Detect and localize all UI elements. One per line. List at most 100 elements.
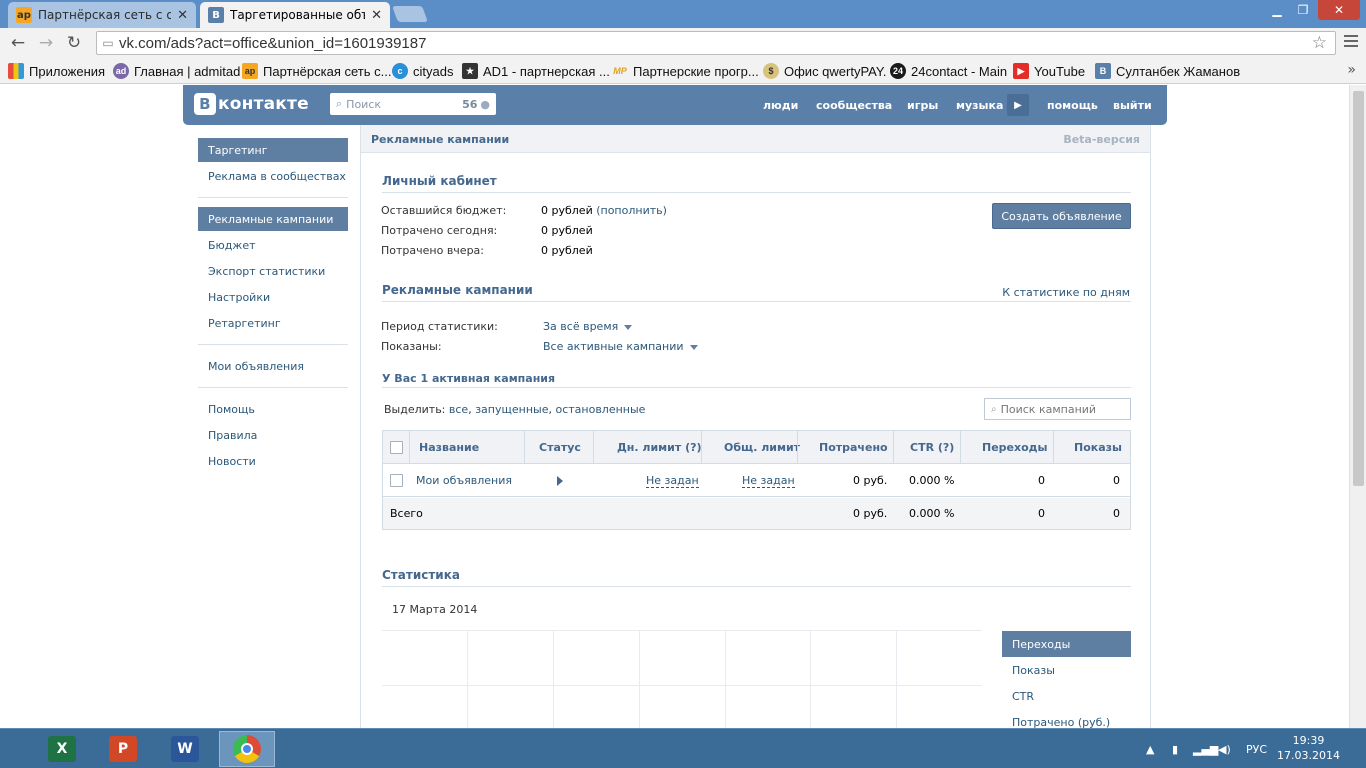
table-row[interactable]: Мои объявления Не задан Не задан 0 руб. … <box>383 464 1130 497</box>
music-play-icon[interactable]: ▶ <box>1007 94 1029 116</box>
nav-people[interactable]: люди <box>763 85 798 125</box>
campaign-name-link[interactable]: Мои объявления <box>416 464 512 497</box>
bookmark-apps[interactable]: Приложения <box>8 62 105 80</box>
period-dropdown[interactable]: За всё время <box>543 320 633 333</box>
maximize-button[interactable]: ❐ <box>1292 0 1314 20</box>
ap-icon: ap <box>242 63 258 79</box>
nav-help[interactable]: помощь <box>1047 85 1098 125</box>
status-play-button[interactable] <box>557 464 563 497</box>
bookmark-24contact[interactable]: 24 24contact - Main <box>890 62 1007 80</box>
nav-music[interactable]: музыка <box>956 85 1003 125</box>
statistics-chart[interactable] <box>382 630 982 728</box>
metric-views[interactable]: Показы <box>1002 657 1131 683</box>
column-header-clicks[interactable]: Переходы <box>982 431 1047 464</box>
section-divider <box>382 387 1131 388</box>
menu-export-stats[interactable]: Экспорт статистики <box>198 259 348 283</box>
tab-targeted-ads[interactable]: B Таргетированные объявл ✕ <box>200 2 390 28</box>
address-bar[interactable]: ▭ vk.com/ads?act=office&union_id=1601939… <box>96 31 1336 55</box>
menu-community-ads[interactable]: Реклама в сообществах <box>198 164 348 188</box>
bookmark-vk-profile[interactable]: B Султанбек Жаманов <box>1095 62 1240 80</box>
bookmark-admitad[interactable]: ad Главная | admitad <box>113 62 240 80</box>
tray-show-hidden-icon[interactable]: ▲ <box>1146 729 1154 768</box>
vk-logo[interactable]: B контакте <box>194 93 309 115</box>
column-divider <box>409 431 410 464</box>
chrome-menu-icon[interactable] <box>1344 35 1358 50</box>
menu-settings[interactable]: Настройки <box>198 285 348 309</box>
metric-ctr[interactable]: CTR <box>1002 683 1131 709</box>
person-icon: ● <box>480 97 490 111</box>
bookmark-partner-network[interactable]: ap Партнёрская сеть с... <box>242 62 391 80</box>
bookmark-cityads[interactable]: c cityads <box>392 62 453 80</box>
bookmark-star-icon[interactable]: ☆ <box>1312 33 1327 53</box>
page-scrollbar[interactable] <box>1349 85 1366 728</box>
taskbar-clock[interactable]: 19:39 17.03.2014 <box>1277 733 1340 763</box>
select-running-link[interactable]: запущенные <box>475 403 548 416</box>
total-limit-link[interactable]: Не задан <box>742 474 795 488</box>
bookmarks-more-icon[interactable]: » <box>1347 62 1356 78</box>
stats-by-days-link[interactable]: К статистике по дням <box>1002 286 1130 299</box>
battery-icon[interactable]: ▮ <box>1172 729 1178 768</box>
close-icon[interactable]: ✕ <box>177 8 188 23</box>
menu-targeting[interactable]: Таргетинг <box>198 138 348 162</box>
metric-clicks[interactable]: Переходы <box>1002 631 1131 657</box>
menu-help[interactable]: Помощь <box>198 397 348 421</box>
column-header-name[interactable]: Название <box>419 431 479 464</box>
campaign-search-input[interactable]: ⌕ Поиск кампаний <box>984 398 1131 420</box>
column-header-day-limit[interactable]: Дн. лимит (?) <box>617 431 702 464</box>
menu-budget[interactable]: Бюджет <box>198 233 348 257</box>
select-all-checkbox[interactable] <box>390 441 403 454</box>
taskbar-chrome[interactable] <box>219 731 275 767</box>
nav-games[interactable]: игры <box>907 85 938 125</box>
language-indicator[interactable]: РУС <box>1246 729 1267 768</box>
nav-logout[interactable]: выйти <box>1113 85 1152 125</box>
metric-spent[interactable]: Потрачено (руб.) <box>1002 709 1131 729</box>
top-up-link[interactable]: (пополнить) <box>596 204 667 217</box>
taskbar-powerpoint[interactable]: P <box>95 731 151 767</box>
menu-rules[interactable]: Правила <box>198 423 348 447</box>
nav-communities[interactable]: сообщества <box>816 85 892 125</box>
taskbar-word[interactable]: W <box>157 731 213 767</box>
statistics-date: 17 Марта 2014 <box>392 603 478 616</box>
menu-news[interactable]: Новости <box>198 449 348 473</box>
column-divider <box>593 431 594 464</box>
column-header-status[interactable]: Статус <box>539 431 581 464</box>
create-ad-button[interactable]: Создать объявление <box>992 203 1131 229</box>
menu-ad-campaigns[interactable]: Рекламные кампании <box>198 207 348 231</box>
row-checkbox[interactable] <box>390 474 403 487</box>
taskbar-excel[interactable]: X <box>34 731 90 767</box>
column-header-total-limit[interactable]: Общ. лимит <box>724 431 800 464</box>
new-tab-button[interactable] <box>392 6 428 22</box>
column-header-spent[interactable]: Потрачено <box>819 431 888 464</box>
vk-search-input[interactable]: ⌕ Поиск 56 ● <box>330 93 496 115</box>
bookmark-partner-programs[interactable]: MP Партнерские прогр... <box>612 62 758 80</box>
bookmark-youtube[interactable]: ▶ YouTube <box>1013 62 1085 80</box>
grid-line <box>467 631 468 728</box>
menu-retargeting[interactable]: Ретаргетинг <box>198 311 348 335</box>
campaigns-table: Название Статус Дн. лимит (?) Общ. лимит… <box>382 430 1131 530</box>
bookmark-qwertypay[interactable]: $ Офис qwertyPAY. <box>763 62 887 80</box>
shown-dropdown[interactable]: Все активные кампании <box>543 340 698 353</box>
menu-my-ads[interactable]: Мои объявления <box>198 354 348 378</box>
qwertypay-icon: $ <box>763 63 779 79</box>
volume-icon[interactable]: ◀) <box>1218 729 1231 768</box>
day-limit-link[interactable]: Не задан <box>646 474 699 488</box>
scrollbar-thumb[interactable] <box>1353 91 1364 486</box>
minimize-button[interactable]: ▁ <box>1266 0 1288 20</box>
close-icon[interactable]: ✕ <box>371 8 382 23</box>
bookmark-ad1[interactable]: ★ AD1 - партнерская ... <box>462 62 610 80</box>
column-header-ctr[interactable]: CTR (?) <box>910 431 954 464</box>
shown-value: Все активные кампании <box>543 340 684 353</box>
grid-line <box>639 631 640 728</box>
select-stopped-link[interactable]: остановленные <box>555 403 645 416</box>
forward-icon[interactable]: → <box>34 32 58 54</box>
statistics-title: Статистика <box>382 568 460 582</box>
period-label: Период статистики: <box>381 320 498 333</box>
grid-line <box>810 631 811 728</box>
column-header-views[interactable]: Показы <box>1074 431 1122 464</box>
tab-partner-network[interactable]: ap Партнёрская сеть с опла ✕ <box>8 2 196 28</box>
close-window-button[interactable]: ✕ <box>1318 0 1360 20</box>
back-icon[interactable]: ← <box>6 32 30 54</box>
reload-icon[interactable]: ↻ <box>62 32 86 54</box>
signal-icon[interactable]: ▂▄▆ <box>1193 729 1218 768</box>
select-all-link[interactable]: все <box>449 403 468 416</box>
